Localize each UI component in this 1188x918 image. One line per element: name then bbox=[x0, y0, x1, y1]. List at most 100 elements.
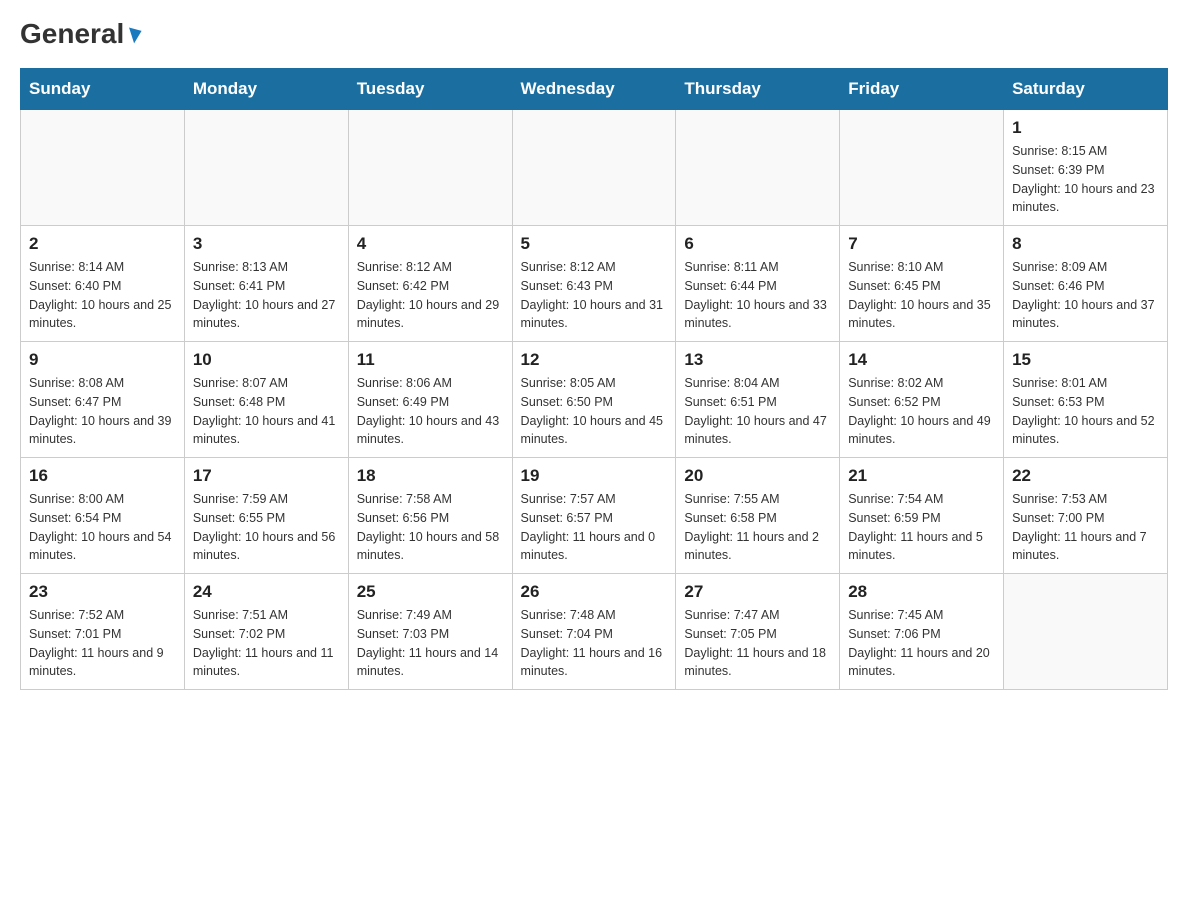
calendar-header: SundayMondayTuesdayWednesdayThursdayFrid… bbox=[21, 69, 1168, 110]
day-number: 19 bbox=[521, 466, 668, 486]
calendar-cell: 9 Sunrise: 8:08 AMSunset: 6:47 PMDaylight… bbox=[21, 342, 185, 458]
day-number: 25 bbox=[357, 582, 504, 602]
day-number: 5 bbox=[521, 234, 668, 254]
day-info: Sunrise: 8:15 AMSunset: 6:39 PMDaylight:… bbox=[1012, 142, 1159, 217]
day-number: 18 bbox=[357, 466, 504, 486]
day-info: Sunrise: 8:11 AMSunset: 6:44 PMDaylight:… bbox=[684, 258, 831, 333]
weekday-monday: Monday bbox=[184, 69, 348, 110]
day-number: 16 bbox=[29, 466, 176, 486]
day-number: 4 bbox=[357, 234, 504, 254]
day-info: Sunrise: 7:48 AMSunset: 7:04 PMDaylight:… bbox=[521, 606, 668, 681]
day-info: Sunrise: 7:49 AMSunset: 7:03 PMDaylight:… bbox=[357, 606, 504, 681]
page-header: General bbox=[20, 20, 1168, 48]
calendar-cell: 1 Sunrise: 8:15 AMSunset: 6:39 PMDaylight… bbox=[1004, 110, 1168, 226]
calendar-cell: 26 Sunrise: 7:48 AMSunset: 7:04 PMDayligh… bbox=[512, 574, 676, 690]
calendar-cell: 15 Sunrise: 8:01 AMSunset: 6:53 PMDayligh… bbox=[1004, 342, 1168, 458]
day-info: Sunrise: 7:47 AMSunset: 7:05 PMDaylight:… bbox=[684, 606, 831, 681]
calendar-cell: 27 Sunrise: 7:47 AMSunset: 7:05 PMDayligh… bbox=[676, 574, 840, 690]
day-number: 15 bbox=[1012, 350, 1159, 370]
calendar-week-2: 2 Sunrise: 8:14 AMSunset: 6:40 PMDaylight… bbox=[21, 226, 1168, 342]
calendar-cell: 8 Sunrise: 8:09 AMSunset: 6:46 PMDaylight… bbox=[1004, 226, 1168, 342]
calendar-cell: 6 Sunrise: 8:11 AMSunset: 6:44 PMDaylight… bbox=[676, 226, 840, 342]
day-info: Sunrise: 7:54 AMSunset: 6:59 PMDaylight:… bbox=[848, 490, 995, 565]
day-info: Sunrise: 7:51 AMSunset: 7:02 PMDaylight:… bbox=[193, 606, 340, 681]
logo-triangle-icon bbox=[126, 27, 142, 44]
weekday-thursday: Thursday bbox=[676, 69, 840, 110]
day-number: 8 bbox=[1012, 234, 1159, 254]
day-number: 1 bbox=[1012, 118, 1159, 138]
day-info: Sunrise: 8:12 AMSunset: 6:42 PMDaylight:… bbox=[357, 258, 504, 333]
day-info: Sunrise: 7:57 AMSunset: 6:57 PMDaylight:… bbox=[521, 490, 668, 565]
calendar-cell: 22 Sunrise: 7:53 AMSunset: 7:00 PMDayligh… bbox=[1004, 458, 1168, 574]
weekday-saturday: Saturday bbox=[1004, 69, 1168, 110]
day-number: 2 bbox=[29, 234, 176, 254]
day-number: 27 bbox=[684, 582, 831, 602]
day-number: 14 bbox=[848, 350, 995, 370]
day-number: 9 bbox=[29, 350, 176, 370]
day-info: Sunrise: 8:02 AMSunset: 6:52 PMDaylight:… bbox=[848, 374, 995, 449]
day-number: 22 bbox=[1012, 466, 1159, 486]
calendar-cell: 5 Sunrise: 8:12 AMSunset: 6:43 PMDaylight… bbox=[512, 226, 676, 342]
calendar-cell: 21 Sunrise: 7:54 AMSunset: 6:59 PMDayligh… bbox=[840, 458, 1004, 574]
day-number: 11 bbox=[357, 350, 504, 370]
weekday-header-row: SundayMondayTuesdayWednesdayThursdayFrid… bbox=[21, 69, 1168, 110]
day-number: 10 bbox=[193, 350, 340, 370]
calendar-cell: 10 Sunrise: 8:07 AMSunset: 6:48 PMDayligh… bbox=[184, 342, 348, 458]
day-number: 6 bbox=[684, 234, 831, 254]
calendar-cell bbox=[512, 110, 676, 226]
weekday-sunday: Sunday bbox=[21, 69, 185, 110]
calendar-cell: 7 Sunrise: 8:10 AMSunset: 6:45 PMDaylight… bbox=[840, 226, 1004, 342]
day-number: 3 bbox=[193, 234, 340, 254]
day-number: 26 bbox=[521, 582, 668, 602]
weekday-wednesday: Wednesday bbox=[512, 69, 676, 110]
day-info: Sunrise: 8:14 AMSunset: 6:40 PMDaylight:… bbox=[29, 258, 176, 333]
calendar-cell: 3Sunrise: 8:13 AMSunset: 6:41 PMDaylight… bbox=[184, 226, 348, 342]
day-info: Sunrise: 7:58 AMSunset: 6:56 PMDaylight:… bbox=[357, 490, 504, 565]
logo: General bbox=[20, 20, 140, 48]
day-info: Sunrise: 8:10 AMSunset: 6:45 PMDaylight:… bbox=[848, 258, 995, 333]
calendar-week-5: 23 Sunrise: 7:52 AMSunset: 7:01 PMDayligh… bbox=[21, 574, 1168, 690]
day-info: Sunrise: 8:05 AMSunset: 6:50 PMDaylight:… bbox=[521, 374, 668, 449]
calendar-cell: 17 Sunrise: 7:59 AMSunset: 6:55 PMDayligh… bbox=[184, 458, 348, 574]
day-info: Sunrise: 7:59 AMSunset: 6:55 PMDaylight:… bbox=[193, 490, 340, 565]
calendar-cell: 23 Sunrise: 7:52 AMSunset: 7:01 PMDayligh… bbox=[21, 574, 185, 690]
day-number: 23 bbox=[29, 582, 176, 602]
day-info: Sunrise: 8:04 AMSunset: 6:51 PMDaylight:… bbox=[684, 374, 831, 449]
calendar-cell bbox=[348, 110, 512, 226]
day-number: 20 bbox=[684, 466, 831, 486]
day-info: Sunrise: 8:08 AMSunset: 6:47 PMDaylight:… bbox=[29, 374, 176, 449]
calendar-cell: 14 Sunrise: 8:02 AMSunset: 6:52 PMDayligh… bbox=[840, 342, 1004, 458]
calendar-week-3: 9 Sunrise: 8:08 AMSunset: 6:47 PMDaylight… bbox=[21, 342, 1168, 458]
calendar-cell: 12 Sunrise: 8:05 AMSunset: 6:50 PMDayligh… bbox=[512, 342, 676, 458]
calendar-week-1: 1 Sunrise: 8:15 AMSunset: 6:39 PMDaylight… bbox=[21, 110, 1168, 226]
calendar-cell: 19 Sunrise: 7:57 AMSunset: 6:57 PMDayligh… bbox=[512, 458, 676, 574]
calendar-cell: 25 Sunrise: 7:49 AMSunset: 7:03 PMDayligh… bbox=[348, 574, 512, 690]
day-number: 13 bbox=[684, 350, 831, 370]
calendar-cell: 4 Sunrise: 8:12 AMSunset: 6:42 PMDaylight… bbox=[348, 226, 512, 342]
calendar-table: SundayMondayTuesdayWednesdayThursdayFrid… bbox=[20, 68, 1168, 690]
day-info: Sunrise: 8:01 AMSunset: 6:53 PMDaylight:… bbox=[1012, 374, 1159, 449]
day-info: Sunrise: 8:00 AMSunset: 6:54 PMDaylight:… bbox=[29, 490, 176, 565]
calendar-cell bbox=[676, 110, 840, 226]
day-info: Sunrise: 8:12 AMSunset: 6:43 PMDaylight:… bbox=[521, 258, 668, 333]
day-info: Sunrise: 7:55 AMSunset: 6:58 PMDaylight:… bbox=[684, 490, 831, 565]
weekday-friday: Friday bbox=[840, 69, 1004, 110]
day-info: Sunrise: 7:53 AMSunset: 7:00 PMDaylight:… bbox=[1012, 490, 1159, 565]
calendar-cell: 11 Sunrise: 8:06 AMSunset: 6:49 PMDayligh… bbox=[348, 342, 512, 458]
day-number: 24 bbox=[193, 582, 340, 602]
weekday-tuesday: Tuesday bbox=[348, 69, 512, 110]
day-number: 7 bbox=[848, 234, 995, 254]
day-info: Sunrise: 7:52 AMSunset: 7:01 PMDaylight:… bbox=[29, 606, 176, 681]
day-number: 17 bbox=[193, 466, 340, 486]
calendar-cell: 24 Sunrise: 7:51 AMSunset: 7:02 PMDayligh… bbox=[184, 574, 348, 690]
calendar-cell bbox=[21, 110, 185, 226]
day-info: Sunrise: 8:07 AMSunset: 6:48 PMDaylight:… bbox=[193, 374, 340, 449]
logo-general-text: General bbox=[20, 20, 140, 48]
day-number: 12 bbox=[521, 350, 668, 370]
day-info: Sunrise: 8:06 AMSunset: 6:49 PMDaylight:… bbox=[357, 374, 504, 449]
calendar-body: 1 Sunrise: 8:15 AMSunset: 6:39 PMDaylight… bbox=[21, 110, 1168, 690]
day-number: 28 bbox=[848, 582, 995, 602]
day-info: Sunrise: 7:45 AMSunset: 7:06 PMDaylight:… bbox=[848, 606, 995, 681]
day-info: Sunrise: 8:09 AMSunset: 6:46 PMDaylight:… bbox=[1012, 258, 1159, 333]
day-number: 21 bbox=[848, 466, 995, 486]
